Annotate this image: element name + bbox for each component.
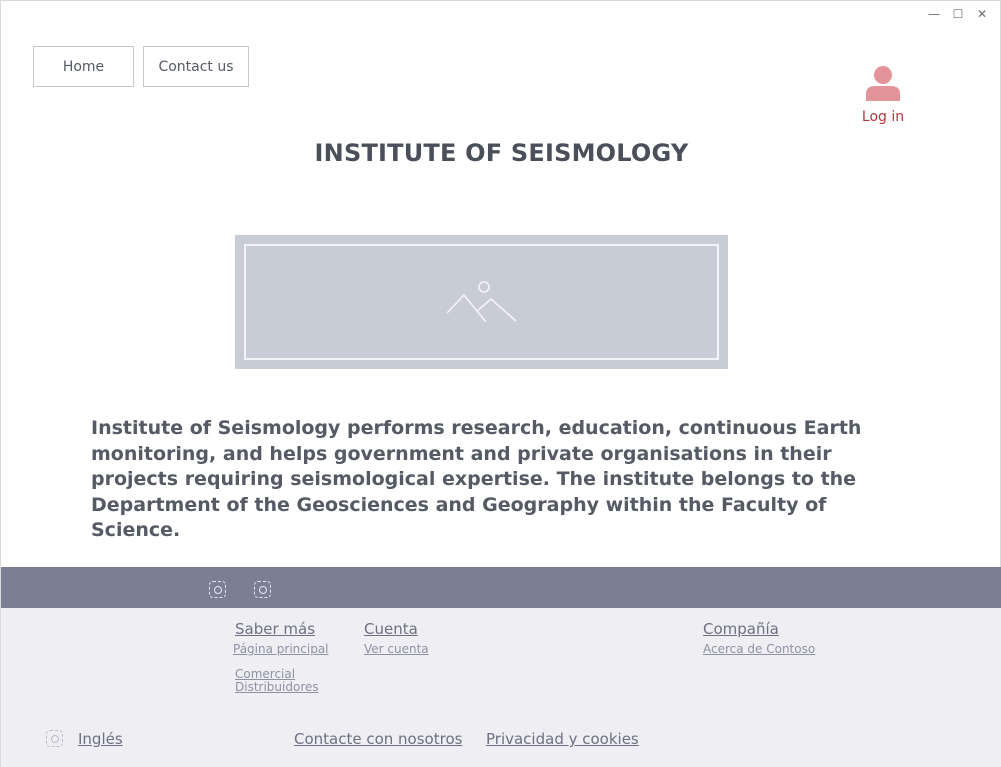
minimize-button[interactable]: — <box>922 5 946 23</box>
footer-heading-compania[interactable]: Compañía <box>703 620 815 638</box>
institute-description: Institute of Seismology performs researc… <box>91 417 862 541</box>
home-button[interactable]: Home <box>33 46 134 87</box>
footer-link-ver-cuenta[interactable]: Ver cuenta <box>364 643 429 656</box>
app-window: — ☐ ✕ Home Contact us Log in INSTITUTE O… <box>0 0 1001 767</box>
window-controls: — ☐ ✕ <box>922 5 994 23</box>
social-icon-2[interactable] <box>254 581 271 598</box>
language-selector[interactable]: Inglés <box>78 730 123 748</box>
social-icon-1[interactable] <box>209 581 226 598</box>
contact-link[interactable]: Contacte con nosotros <box>294 730 462 748</box>
footer-bottom-row: Inglés Contacte con nosotros Privacidad … <box>1 730 1001 750</box>
footer-column-compania: Compañía Acerca de Contoso <box>703 620 815 656</box>
contact-us-button[interactable]: Contact us <box>143 46 249 87</box>
footer: Saber más Página principal Comercial Dis… <box>1 608 1001 767</box>
footer-heading-cuenta[interactable]: Cuenta <box>364 620 429 638</box>
login-button[interactable]: Log in <box>851 63 915 125</box>
footer-column-cuenta: Cuenta Ver cuenta <box>364 620 429 656</box>
close-button[interactable]: ✕ <box>970 5 994 23</box>
footer-column-saber-mas: Saber más Página principal Comercial Dis… <box>233 620 329 694</box>
privacy-cookies-link[interactable]: Privacidad y cookies <box>486 730 639 748</box>
footer-link-pagina-principal[interactable]: Página principal <box>233 643 329 656</box>
user-icon <box>866 66 900 101</box>
globe-icon[interactable] <box>46 730 63 747</box>
page-title: INSTITUTE OF SEISMOLOGY <box>314 139 689 167</box>
top-nav: Home Contact us <box>33 46 249 87</box>
footer-link-acerca-de-contoso[interactable]: Acerca de Contoso <box>703 643 815 656</box>
footer-link-distribuidores[interactable]: Distribuidores <box>235 681 329 694</box>
login-label: Log in <box>861 109 905 125</box>
maximize-button[interactable]: ☐ <box>946 5 970 23</box>
hero-image <box>235 235 728 369</box>
image-placeholder-icon <box>446 281 517 323</box>
social-bar <box>1 567 1001 608</box>
footer-heading-saber-mas[interactable]: Saber más <box>235 620 329 638</box>
